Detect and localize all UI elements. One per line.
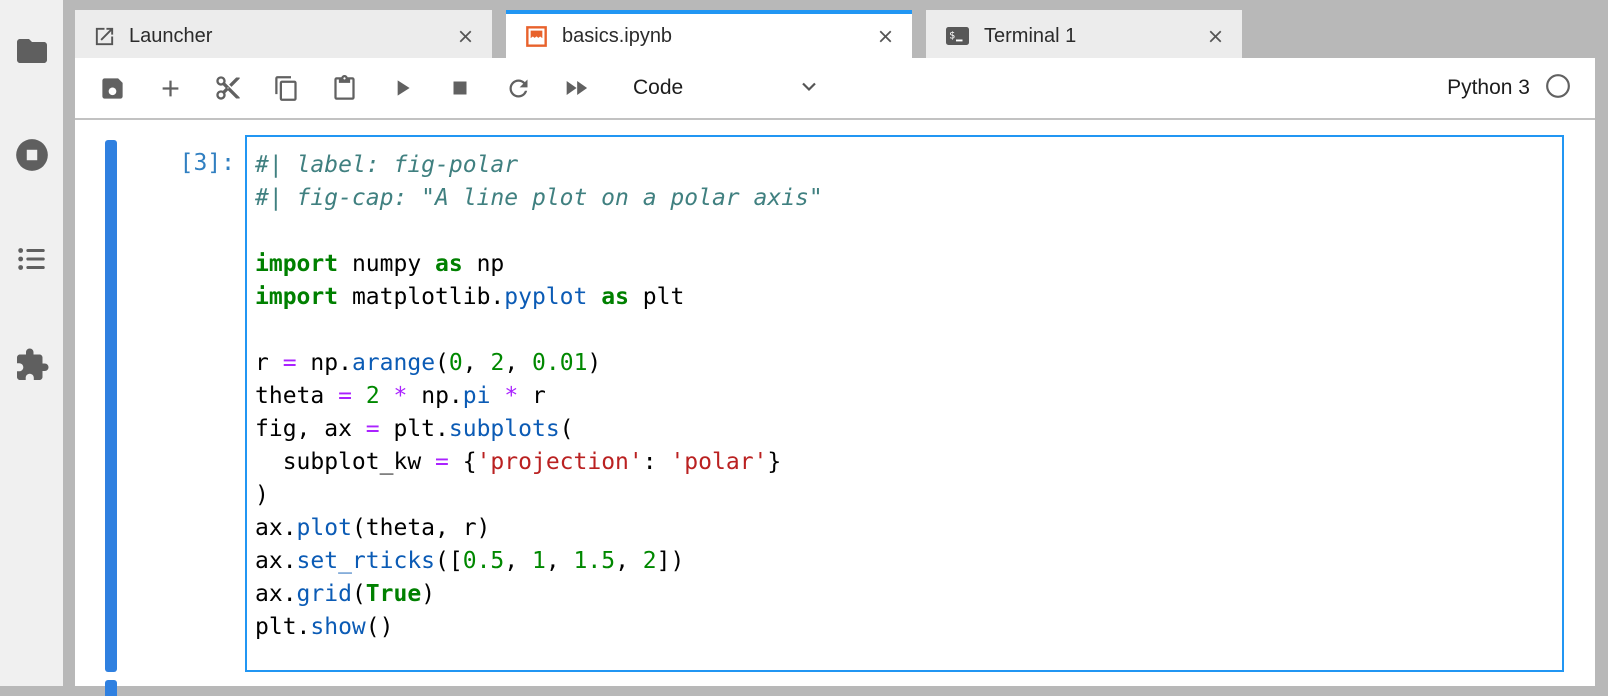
clipboard-icon [331, 75, 358, 102]
plus-icon [157, 75, 184, 102]
tab-label: Terminal 1 [984, 25, 1187, 48]
execution-count-prompt: [3]: [115, 150, 235, 176]
cell-type-dropdown[interactable]: Code [633, 74, 821, 103]
insert-cell-button[interactable] [141, 66, 199, 110]
notebook-toolbar: Code Python 3 [75, 58, 1595, 120]
code-line: import numpy as np [255, 248, 1554, 281]
stop-icon [447, 75, 473, 101]
kernel-indicator[interactable]: Python 3 [1447, 73, 1571, 104]
kernel-status-icon[interactable] [1545, 73, 1571, 104]
activity-sidebar [0, 0, 63, 686]
code-line: fig, ax = plt.subplots( [255, 413, 1554, 446]
main-dock-panel: Launcher basics.ipynb $ [75, 0, 1595, 686]
tab-bar: Launcher basics.ipynb $ [75, 10, 1242, 58]
sidebar-item-extensions[interactable] [14, 347, 50, 383]
cell-editor[interactable]: #| label: fig-polar#| fig-cap: "A line p… [245, 135, 1564, 672]
notebook-icon [524, 24, 549, 49]
run-cell-button[interactable] [373, 66, 431, 110]
code-line: ax.set_rticks([0.5, 1, 1.5, 2]) [255, 545, 1554, 578]
save-button[interactable] [83, 66, 141, 110]
play-icon [389, 75, 415, 101]
code-line: #| label: fig-polar [255, 149, 1554, 182]
code-line: plt.show() [255, 611, 1554, 644]
bullet-list-icon [15, 242, 49, 276]
interrupt-kernel-button[interactable] [431, 66, 489, 110]
tab-label: Launcher [129, 25, 437, 48]
tab-terminal-1[interactable]: $ Terminal 1 [926, 10, 1242, 58]
tab-label: basics.ipynb [562, 25, 857, 48]
restart-kernel-button[interactable] [489, 66, 547, 110]
code-line: ax.plot(theta, r) [255, 512, 1554, 545]
output-collapser[interactable] [105, 680, 117, 696]
scissors-icon [214, 74, 242, 102]
svg-text:$: $ [949, 31, 955, 42]
code-line: ) [255, 479, 1554, 512]
code-line [255, 215, 1554, 248]
fast-forward-icon [562, 74, 590, 102]
stop-circle-icon [13, 136, 51, 174]
copy-cells-button[interactable] [257, 66, 315, 110]
tab-launcher[interactable]: Launcher [75, 10, 492, 58]
copy-icon [273, 75, 300, 102]
sidebar-item-file-browser[interactable] [14, 33, 50, 69]
code-line: #| fig-cap: "A line plot on a polar axis… [255, 182, 1554, 215]
code-line: r = np.arange(0, 2, 0.01) [255, 347, 1554, 380]
code-line: ax.grid(True) [255, 578, 1554, 611]
tab-basics-ipynb[interactable]: basics.ipynb [506, 10, 912, 58]
paste-cells-button[interactable] [315, 66, 373, 110]
code-line: theta = 2 * np.pi * r [255, 380, 1554, 413]
folder-icon [14, 33, 50, 69]
chevron-down-icon [797, 74, 821, 103]
code-line [255, 314, 1554, 347]
kernel-name: Python 3 [1447, 76, 1530, 100]
cell-collapser[interactable] [105, 140, 117, 672]
cell-type-value: Code [633, 76, 683, 100]
terminal-icon: $ [944, 24, 971, 48]
save-icon [99, 75, 126, 102]
close-icon[interactable] [875, 26, 896, 47]
restart-run-all-button[interactable] [547, 66, 605, 110]
code-line: import matplotlib.pyplot as plt [255, 281, 1554, 314]
cut-cells-button[interactable] [199, 66, 257, 110]
close-icon[interactable] [1205, 26, 1226, 47]
code-line: subplot_kw = {'projection': 'polar'} [255, 446, 1554, 479]
notebook-panel: [3]: #| label: fig-polar#| fig-cap: "A l… [75, 120, 1595, 686]
launcher-icon [93, 25, 116, 48]
sidebar-item-running-sessions[interactable] [13, 136, 51, 174]
puzzle-icon [14, 347, 50, 383]
close-icon[interactable] [455, 26, 476, 47]
restart-icon [505, 75, 532, 102]
sidebar-item-table-of-contents[interactable] [15, 242, 49, 276]
